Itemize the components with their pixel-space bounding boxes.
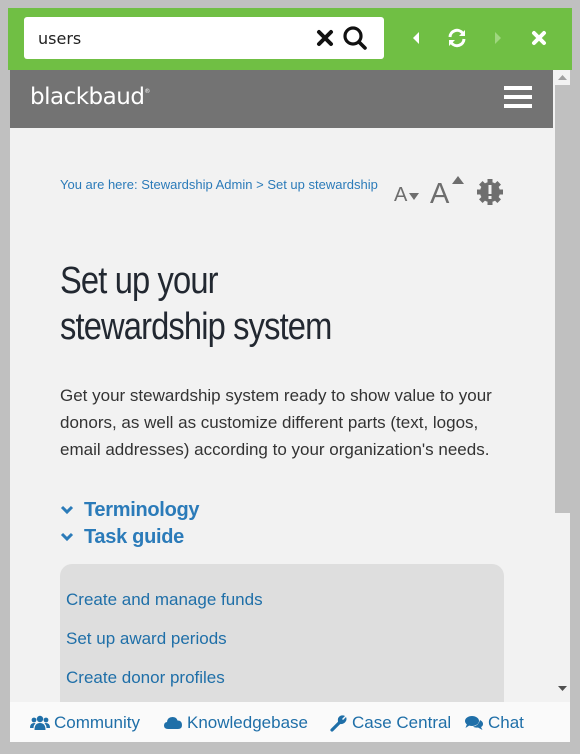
svg-text:A: A: [394, 184, 408, 206]
site-header: blackbaud®: [10, 70, 553, 128]
task-link-create-donor-profiles[interactable]: Create donor profiles: [66, 668, 225, 688]
alert-badge-icon[interactable]: [476, 178, 504, 206]
font-increase-icon[interactable]: A: [430, 172, 468, 210]
page-title-line-2: stewardship system: [60, 306, 332, 348]
font-decrease-icon[interactable]: A: [394, 176, 424, 206]
toggle-label: Terminology: [84, 499, 200, 521]
close-icon[interactable]: [528, 27, 550, 49]
task-guide-panel: Create and manage funds Set up award per…: [60, 564, 504, 702]
cloud-icon: [164, 717, 182, 729]
scrollbar-thumb[interactable]: [555, 85, 570, 513]
footer-link-label: Chat: [488, 713, 524, 732]
search-input[interactable]: [38, 17, 288, 59]
scroll-up-arrow-icon[interactable]: [555, 70, 570, 85]
page-title-line-1: Set up your: [60, 260, 219, 302]
forward-icon[interactable]: [487, 27, 509, 49]
scroll-down-arrow-icon[interactable]: [555, 681, 570, 696]
back-icon[interactable]: [405, 27, 427, 49]
footer-link-case-central[interactable]: Case Central: [330, 713, 451, 733]
breadcrumb-item-current: Set up stewardship: [267, 177, 378, 192]
footer-link-label: Community: [54, 713, 140, 732]
footer-link-label: Case Central: [352, 713, 452, 732]
breadcrumb-prefix: You are here:: [60, 177, 142, 192]
users-icon: [30, 715, 50, 730]
comments-icon: [465, 716, 483, 730]
footer-link-chat[interactable]: Chat: [464, 713, 524, 733]
chevron-down-icon: [60, 505, 74, 515]
toggle-label: Task guide: [84, 526, 184, 548]
breadcrumb-separator: >: [252, 177, 268, 192]
search-box: [24, 17, 384, 59]
breadcrumb-item-stewardship-admin[interactable]: Stewardship Admin: [141, 177, 252, 192]
task-link-create-manage-funds[interactable]: Create and manage funds: [66, 590, 263, 610]
help-page-viewport: blackbaud® You are here: Stewardship Adm…: [10, 70, 555, 702]
clear-search-icon[interactable]: [314, 27, 336, 49]
hamburger-menu-icon[interactable]: [504, 86, 532, 110]
svg-text:A: A: [430, 178, 450, 206]
footer-link-label: Knowledgebase: [187, 713, 308, 732]
vertical-scrollbar[interactable]: [555, 70, 570, 702]
support-footer: Community Knowledgebase Case Central Cha…: [10, 702, 570, 742]
search-icon[interactable]: [342, 25, 368, 51]
refresh-icon[interactable]: [446, 27, 468, 49]
chevron-down-icon: [60, 532, 74, 542]
footer-link-community[interactable]: Community: [30, 713, 140, 733]
wrench-icon: [330, 715, 347, 732]
logo-text: blackbaud: [30, 84, 145, 110]
breadcrumb: You are here: Stewardship Admin > Set up…: [60, 177, 378, 192]
task-link-set-up-award-periods[interactable]: Set up award periods: [66, 629, 227, 649]
footer-link-knowledgebase[interactable]: Knowledgebase: [163, 713, 308, 733]
intro-paragraph: Get your stewardship system ready to sho…: [60, 386, 492, 459]
registered-mark: ®: [144, 88, 150, 95]
page-title: Set up your stewardship system: [60, 258, 456, 350]
blackbaud-logo[interactable]: blackbaud®: [30, 84, 150, 110]
